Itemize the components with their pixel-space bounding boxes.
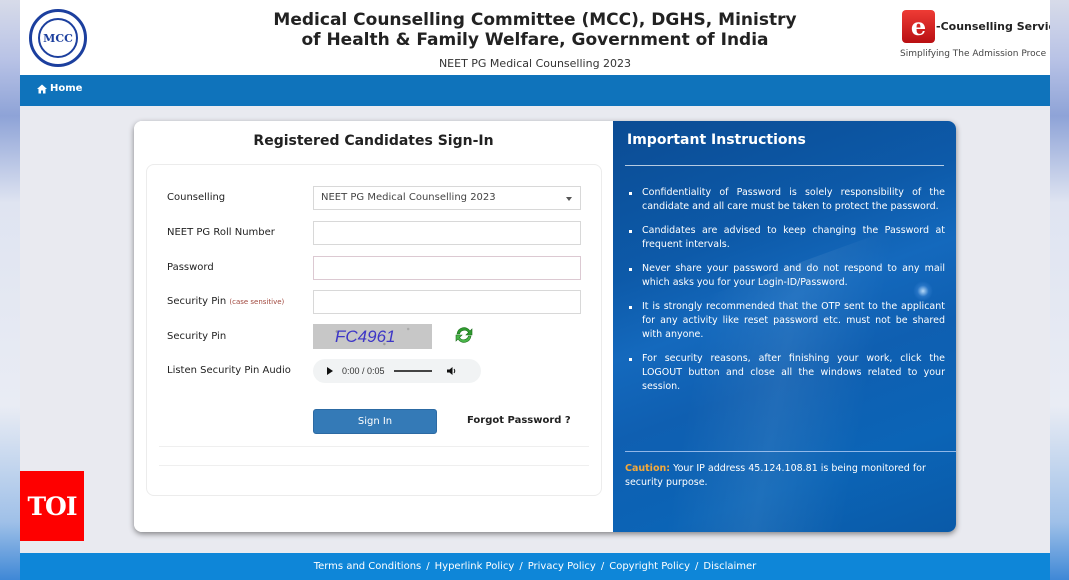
roll-number-input[interactable] bbox=[313, 221, 581, 245]
page: MCC Medical Counselling Committee (MCC),… bbox=[20, 0, 1050, 580]
captcha-label: Security Pin bbox=[167, 331, 227, 342]
caution-text: Your IP address 45.124.108.81 is being m… bbox=[625, 463, 926, 488]
footer-link-terms[interactable]: Terms and Conditions bbox=[314, 561, 422, 572]
instructions-divider bbox=[625, 165, 944, 166]
volume-icon[interactable] bbox=[446, 366, 457, 376]
footer-separator: / bbox=[600, 561, 605, 572]
security-pin-input[interactable] bbox=[313, 290, 581, 314]
signin-card: Registered Candidates Sign-In Counsellin… bbox=[134, 121, 956, 532]
e-counselling-icon: e bbox=[902, 10, 935, 43]
site-header: MCC Medical Counselling Committee (MCC),… bbox=[20, 0, 1050, 75]
e-counselling-name: -Counselling Services bbox=[936, 20, 1050, 33]
instruction-item: Never share your password and do not res… bbox=[627, 262, 945, 290]
footer-separator: / bbox=[695, 561, 699, 572]
footer-link-copyright-policy[interactable]: Copyright Policy bbox=[609, 561, 690, 572]
caution-label: Caution: bbox=[625, 463, 671, 474]
audio-label: Listen Security Pin Audio bbox=[167, 365, 291, 376]
home-icon bbox=[37, 84, 47, 93]
form-divider bbox=[159, 465, 589, 466]
form-divider bbox=[159, 446, 589, 447]
audio-time: 0:00 / 0:05 bbox=[342, 366, 385, 376]
security-pin-input-label: Security Pin (case sensitive) bbox=[167, 296, 284, 307]
page-edge-left bbox=[0, 0, 20, 580]
caution-divider bbox=[625, 451, 956, 452]
refresh-icon[interactable] bbox=[453, 324, 475, 346]
nav-home-label: Home bbox=[50, 83, 83, 94]
nav-bar: Home bbox=[20, 75, 1050, 106]
instruction-item: For security reasons, after finishing yo… bbox=[627, 352, 945, 394]
captcha-image: FC4961 bbox=[313, 324, 432, 349]
nav-home-link[interactable]: Home bbox=[37, 83, 82, 94]
password-input[interactable] bbox=[313, 256, 581, 280]
case-sensitive-hint: (case sensitive) bbox=[229, 298, 285, 306]
e-counselling-logo[interactable]: e -Counselling Services Simplifying The … bbox=[900, 10, 1050, 65]
footer-link-privacy-policy[interactable]: Privacy Policy bbox=[528, 561, 596, 572]
instructions-list: Confidentiality of Password is solely re… bbox=[627, 186, 945, 404]
e-counselling-tagline: Simplifying The Admission Proce bbox=[900, 49, 1047, 59]
footer-link-hyperlink-policy[interactable]: Hyperlink Policy bbox=[435, 561, 515, 572]
instructions-panel: Important Instructions Confidentiality o… bbox=[613, 121, 956, 532]
forgot-password-link[interactable]: Forgot Password ? bbox=[467, 415, 571, 426]
security-pin-label-text: Security Pin bbox=[167, 296, 227, 307]
audio-progress-slider[interactable] bbox=[393, 370, 432, 372]
counselling-select[interactable]: NEET PG Medical Counselling 2023 bbox=[313, 186, 581, 210]
caution-notice: Caution: Your IP address 45.124.108.81 i… bbox=[625, 462, 950, 490]
footer-separator: / bbox=[426, 561, 430, 572]
instruction-item: Confidentiality of Password is solely re… bbox=[627, 186, 945, 214]
password-label: Password bbox=[167, 262, 214, 273]
instruction-item: It is strongly recommended that the OTP … bbox=[627, 300, 945, 342]
page-edge-right bbox=[1050, 0, 1069, 580]
footer-link-disclaimer[interactable]: Disclaimer bbox=[703, 561, 756, 572]
site-title-line1: Medical Counselling Committee (MCC), DGH… bbox=[273, 10, 797, 30]
footer-separator: / bbox=[519, 561, 523, 572]
site-title: Medical Counselling Committee (MCC), DGH… bbox=[20, 10, 1050, 50]
signin-title: Registered Candidates Sign-In bbox=[253, 133, 494, 149]
audio-player: 0:00 / 0:05 bbox=[313, 359, 481, 383]
counselling-label: Counselling bbox=[167, 192, 226, 203]
instruction-item: Candidates are advised to keep changing … bbox=[627, 224, 945, 252]
signin-panel: Registered Candidates Sign-In Counsellin… bbox=[134, 121, 613, 532]
signin-button[interactable]: Sign In bbox=[313, 409, 437, 434]
toi-watermark-logo: TOI bbox=[20, 471, 84, 541]
signin-form: Counselling NEET PG Medical Counselling … bbox=[146, 164, 602, 496]
site-title-line2: of Health & Family Welfare, Government o… bbox=[301, 30, 769, 50]
roll-number-label: NEET PG Roll Number bbox=[167, 227, 275, 238]
site-subtitle: NEET PG Medical Counselling 2023 bbox=[438, 57, 632, 70]
instructions-title: Important Instructions bbox=[627, 132, 806, 148]
footer: Terms and Conditions / Hyperlink Policy / Pr… bbox=[20, 553, 1050, 580]
play-icon[interactable] bbox=[327, 367, 333, 375]
